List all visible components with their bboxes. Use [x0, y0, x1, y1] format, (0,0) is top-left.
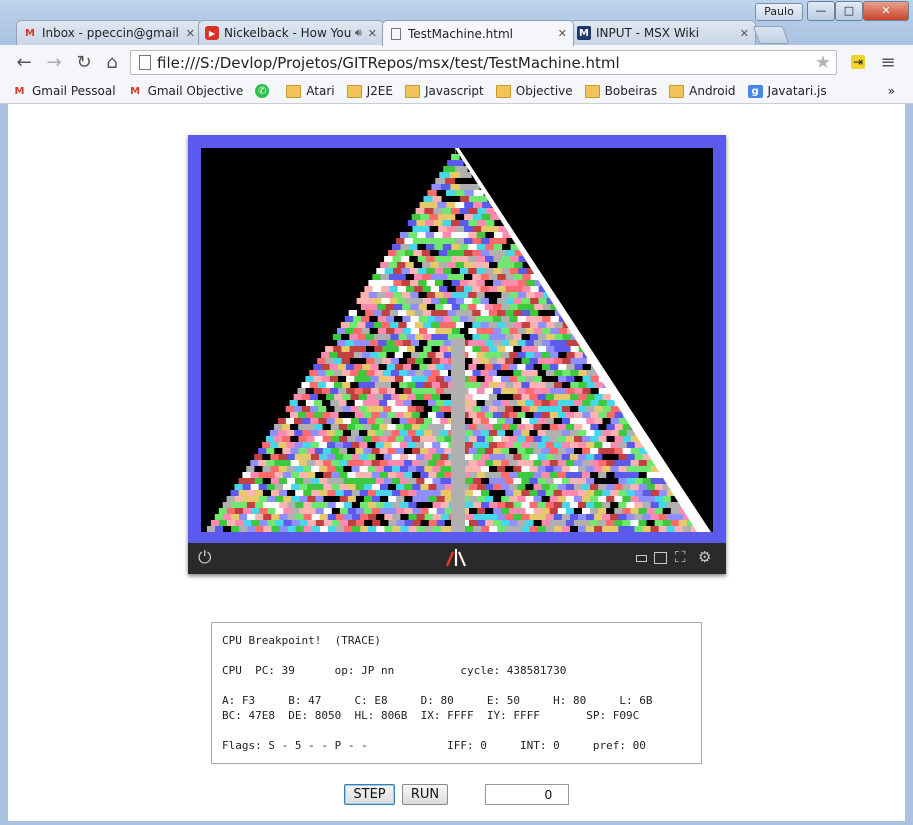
- close-tab-icon[interactable]: ✕: [740, 27, 749, 40]
- emulator-control-bar: ⏻ ⛶ ⚙: [188, 543, 726, 574]
- logo-icon: [444, 548, 468, 572]
- close-button[interactable]: ✕: [863, 1, 909, 21]
- back-arrow-icon: ←: [16, 51, 32, 73]
- power-icon[interactable]: ⏻: [198, 549, 211, 567]
- small-screen-icon[interactable]: [636, 555, 647, 562]
- bookmark-gmail-objective[interactable]: M Gmail Objective: [128, 84, 244, 98]
- forward-button[interactable]: →: [42, 50, 66, 74]
- tab-label: Nickelback - How You: [224, 26, 352, 40]
- large-screen-icon[interactable]: [654, 552, 667, 564]
- page-icon: [139, 55, 151, 70]
- bookmark-label: J2EE: [366, 84, 393, 98]
- reload-button[interactable]: ↻: [72, 50, 96, 74]
- title-bar: Paulo — □ ✕ M Inbox - ppeccin@gmail.c ✕ …: [0, 0, 913, 46]
- folder-icon: [346, 84, 362, 98]
- back-button[interactable]: ←: [12, 50, 36, 74]
- gmail-icon: M: [130, 85, 141, 97]
- bookmarks-overflow-button[interactable]: »: [888, 84, 895, 98]
- reload-icon: ↻: [76, 51, 92, 73]
- msx-icon: M: [577, 26, 591, 40]
- pyramid-graphic: [201, 148, 713, 532]
- bookmark-star-icon[interactable]: ★: [815, 52, 831, 73]
- registers-line-1: A: F3 B: 47 C: E8 D: 80 E: 50 H: 80 L: 6…: [222, 694, 653, 707]
- folder-icon: [584, 84, 600, 98]
- signin-extension-icon: ⇥: [850, 55, 866, 69]
- folder-icon: [404, 84, 420, 98]
- bookmark-label: Atari: [306, 84, 335, 98]
- registers-line-2: BC: 47E8 DE: 8050 HL: 806B IX: FFFF IY: …: [222, 709, 640, 722]
- bookmark-label: Android: [689, 84, 736, 98]
- home-button[interactable]: ⌂: [100, 50, 124, 74]
- bookmark-javatari[interactable]: g Javatari.js: [747, 84, 827, 98]
- step-button[interactable]: STEP: [344, 784, 395, 805]
- bookmarks-bar: M Gmail Pessoal M Gmail Objective ✆ Atari …: [0, 79, 913, 104]
- new-tab-button[interactable]: [752, 26, 790, 44]
- tab-label: INPUT - MSX Wiki: [596, 26, 700, 40]
- minimize-button[interactable]: —: [807, 1, 835, 21]
- menu-button[interactable]: ≡: [876, 50, 900, 74]
- screen-border: [188, 135, 726, 543]
- gmail-icon: M: [25, 27, 35, 39]
- cpu-debug-panel: CPU Breakpoint! (TRACE) CPU PC: 39 op: J…: [211, 622, 702, 764]
- close-tab-icon[interactable]: ✕: [186, 27, 195, 40]
- folder-icon: [286, 84, 302, 98]
- bookmark-label: Bobeiras: [604, 84, 658, 98]
- cpu-pc-line: CPU PC: 39 op: JP nn cycle: 438581730: [222, 664, 567, 677]
- forward-arrow-icon: →: [46, 51, 62, 73]
- close-tab-icon[interactable]: ✕: [368, 27, 377, 40]
- step-count-input[interactable]: [485, 784, 569, 805]
- toolbar: ← → ↻ ⌂ file:///S:/Devlop/Projetos/GITRe…: [0, 45, 913, 79]
- settings-gear-icon[interactable]: ⚙: [698, 548, 711, 566]
- address-bar[interactable]: file:///S:/Devlop/Projetos/GITRepos/msx/…: [130, 50, 837, 75]
- flags-line: Flags: S - 5 - - P - - IFF: 0 INT: 0 pre…: [222, 739, 646, 752]
- bookmark-whatsapp[interactable]: ✆: [255, 84, 274, 98]
- tab-msx-wiki[interactable]: M INPUT - MSX Wiki ✕: [570, 20, 756, 45]
- fullscreen-icon[interactable]: ⛶: [675, 548, 686, 566]
- folder-icon: [495, 84, 511, 98]
- close-tab-icon[interactable]: ✕: [558, 27, 567, 40]
- bookmark-objective[interactable]: Objective: [495, 84, 573, 98]
- tab-nickelback[interactable]: ▶ Nickelback - How You 🔊︎ ✕: [198, 20, 384, 45]
- maximize-button[interactable]: □: [835, 1, 863, 21]
- folder-icon: [669, 84, 685, 98]
- bookmark-gmail-pessoal[interactable]: M Gmail Pessoal: [12, 84, 116, 98]
- bookmark-javascript[interactable]: Javascript: [404, 84, 484, 98]
- tab-label: Inbox - ppeccin@gmail.c: [42, 26, 180, 40]
- bookmark-label: Gmail Pessoal: [32, 84, 116, 98]
- youtube-icon: ▶: [205, 26, 219, 40]
- url-text[interactable]: file:///S:/Devlop/Projetos/GITRepos/msx/…: [157, 54, 815, 72]
- breakpoint-status: CPU Breakpoint! (TRACE): [222, 634, 381, 647]
- gmail-icon: M: [14, 85, 25, 97]
- bookmark-label: Javascript: [424, 84, 484, 98]
- bookmark-bobeiras[interactable]: Bobeiras: [584, 84, 658, 98]
- bookmark-android[interactable]: Android: [669, 84, 736, 98]
- run-button[interactable]: RUN: [402, 784, 448, 805]
- extension-button[interactable]: ⇥: [846, 50, 870, 74]
- home-icon: ⌂: [106, 51, 118, 73]
- speaker-icon: 🔊︎: [354, 26, 362, 39]
- tab-label: TestMachine.html: [408, 26, 514, 41]
- bookmark-label: Gmail Objective: [147, 84, 244, 98]
- bookmark-j2ee[interactable]: J2EE: [346, 84, 393, 98]
- bookmark-atari[interactable]: Atari: [286, 84, 335, 98]
- tab-testmachine[interactable]: TestMachine.html ✕: [382, 20, 574, 46]
- hamburger-menu-icon: ≡: [880, 51, 896, 73]
- google-icon: g: [747, 84, 763, 98]
- tab-inbox[interactable]: M Inbox - ppeccin@gmail.c ✕: [16, 20, 202, 45]
- emulator-screen[interactable]: [201, 148, 713, 532]
- msx-emulator: ⏻ ⛶ ⚙: [188, 135, 726, 574]
- bookmark-label: Objective: [515, 84, 573, 98]
- page-icon: [389, 27, 403, 41]
- whatsapp-icon: ✆: [255, 84, 270, 98]
- bookmark-label: Javatari.js: [767, 84, 827, 98]
- profile-button[interactable]: Paulo: [755, 3, 803, 21]
